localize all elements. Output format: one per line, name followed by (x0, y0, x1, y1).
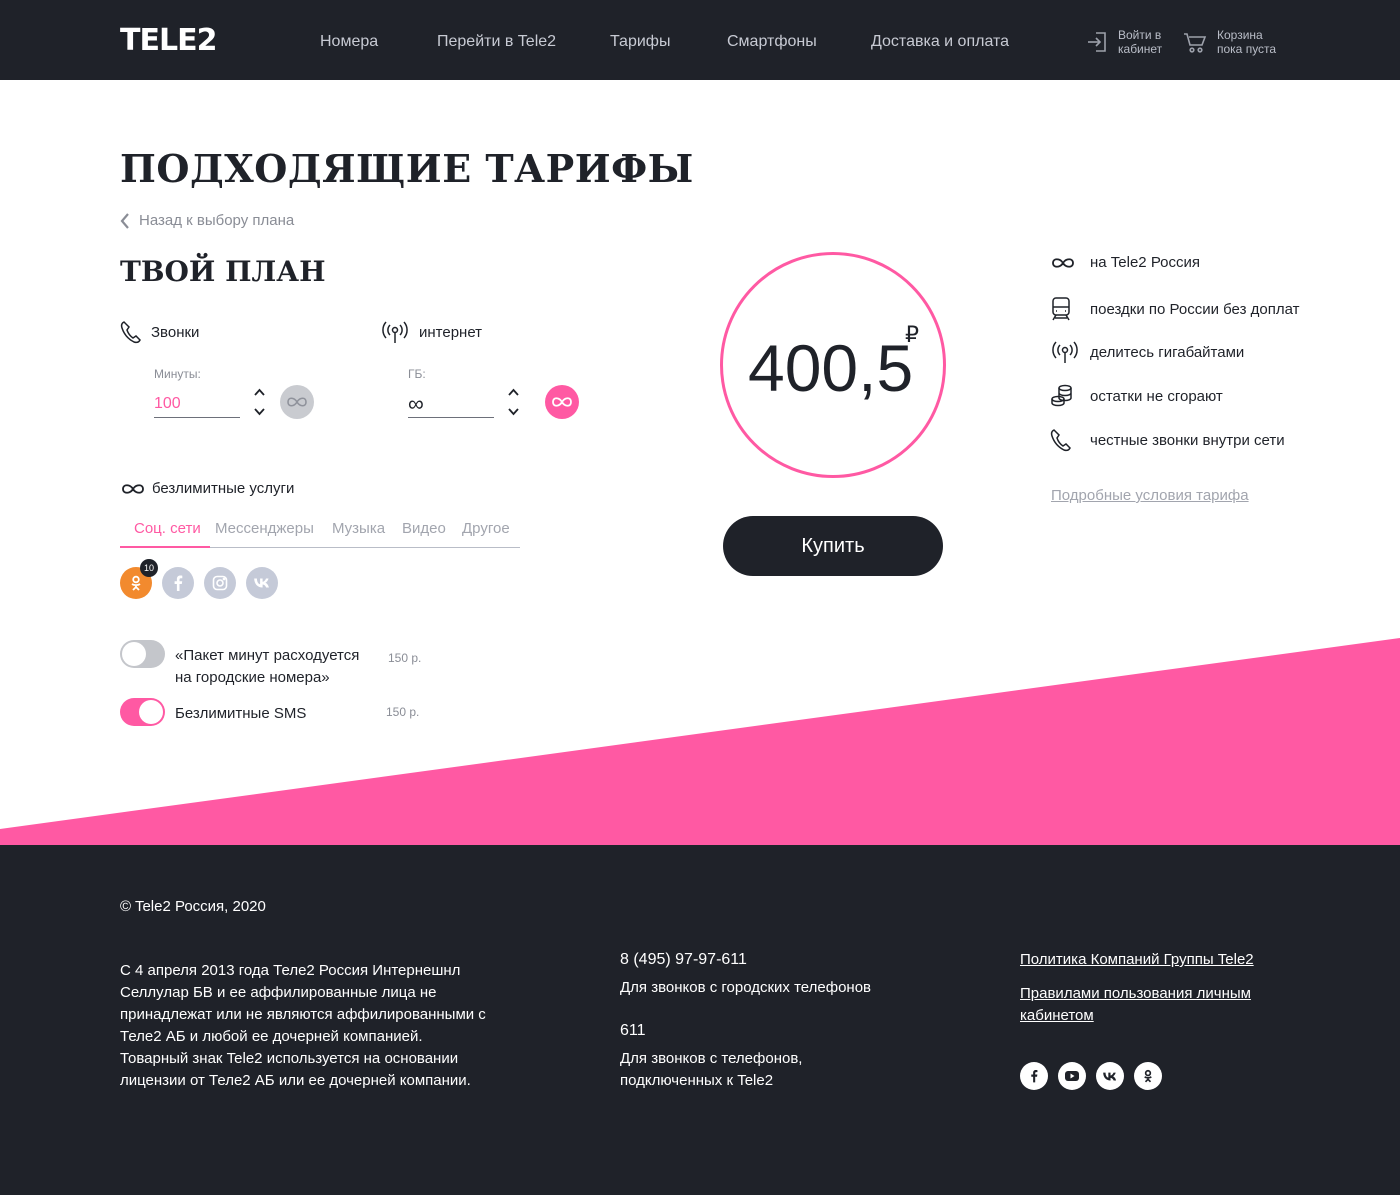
calls-label: Звонки (151, 323, 200, 341)
vk-icon[interactable] (1096, 1062, 1124, 1090)
tariff-details-link[interactable]: Подробные условия тарифа (1051, 487, 1249, 504)
gb-stepper (506, 382, 520, 422)
copyright: © Tele2 Россия, 2020 (120, 898, 266, 915)
login-label-2: кабинет (1118, 42, 1163, 56)
minutes-label: Минуты: (154, 367, 201, 381)
login-button[interactable]: Войти в кабинет (1086, 28, 1162, 56)
nav-item-switch[interactable]: Перейти в Tele2 (437, 33, 556, 51)
services-tabs: Соц. сети Мессенджеры Музыка Видео Друго… (120, 518, 520, 548)
tab-social[interactable]: Соц. сети (134, 520, 201, 537)
feature-item: остатки не сгорают (1050, 384, 1223, 408)
plan-title: ТВОЙ ПЛАН (120, 255, 326, 288)
price-currency: ₽ (905, 322, 919, 347)
feature-label: на Tele2 Россия (1090, 254, 1201, 271)
phone-short-description: Для звонков с телефонов, подключенных к … (620, 1050, 803, 1089)
cart-label-1: Корзина (1217, 28, 1263, 42)
gb-value: ∞ (408, 391, 424, 416)
coins-icon (1051, 384, 1072, 407)
login-icon (1088, 32, 1106, 52)
minutes-increment-button[interactable] (252, 382, 266, 402)
cart-button[interactable]: Корзина пока пуста (1183, 28, 1276, 56)
cart-icon (1184, 33, 1207, 53)
instagram-icon[interactable] (204, 567, 236, 599)
minutes-input[interactable] (154, 390, 240, 418)
antenna-icon (382, 321, 408, 343)
toggle-knob (139, 700, 163, 724)
unlimited-sms-toggle[interactable] (120, 698, 165, 726)
minutes-decrement-button[interactable] (252, 402, 266, 422)
back-link-label: Назад к выбору плана (139, 212, 295, 229)
tab-other[interactable]: Другое (462, 520, 510, 537)
active-tab-indicator (120, 546, 210, 548)
tab-messengers[interactable]: Мессенджеры (215, 520, 314, 537)
header: TELE2 Номера Перейти в Tele2 Тарифы Смар… (0, 0, 1400, 80)
toggle-knob (122, 642, 146, 666)
nav-item-tariffs[interactable]: Тарифы (610, 33, 670, 51)
gb-unlimited-toggle[interactable] (545, 385, 579, 419)
chevron-up-icon (253, 388, 265, 396)
tele2-logo[interactable]: TELE2 (120, 24, 217, 58)
phone-icon (1050, 429, 1071, 452)
tab-video[interactable]: Видео (402, 520, 446, 537)
nav-item-smartphones[interactable]: Смартфоны (727, 33, 817, 51)
chevron-down-icon (507, 408, 519, 416)
price-value: 400,5 (748, 331, 914, 405)
infinity-icon (552, 397, 572, 407)
social-count-badge: 10 (140, 559, 158, 577)
antenna-icon (1052, 341, 1078, 363)
minutes-unlimited-toggle[interactable] (280, 385, 314, 419)
feature-label: делитесь гигабайтами (1090, 343, 1245, 361)
vk-icon[interactable] (246, 567, 278, 599)
train-icon (1052, 297, 1070, 321)
buy-button[interactable]: Купить (723, 516, 943, 576)
policy-link[interactable]: Политика Компаний Группы Tele2 (1020, 949, 1254, 971)
odnoklassniki-icon[interactable] (1134, 1062, 1162, 1090)
chevron-up-icon (507, 388, 519, 396)
city-minutes-price: 150 р. (388, 651, 422, 665)
gb-input[interactable]: ∞ (408, 390, 494, 418)
feature-item: поездки по России без доплат (1050, 296, 1299, 322)
city-minutes-toggle[interactable] (120, 640, 165, 668)
city-minutes-option-label: «Пакет минут расходуется на городские но… (175, 647, 360, 686)
chevron-down-icon (253, 408, 265, 416)
feature-label: поездки по России без доплат (1090, 300, 1300, 318)
legal-text: С 4 апреля 2013 года Теле2 Россия Интерн… (120, 962, 486, 1089)
gb-decrement-button[interactable] (506, 402, 520, 422)
gb-label: ГБ: (408, 367, 426, 381)
feature-item: делитесь гигабайтами (1050, 340, 1244, 364)
phone-number-short[interactable]: 611 (620, 1022, 646, 1040)
login-label-1: Войти в (1118, 28, 1162, 42)
feature-label: остатки не сгорают (1090, 387, 1223, 405)
facebook-icon[interactable] (162, 567, 194, 599)
unlimited-sms-price: 150 р. (386, 705, 420, 719)
facebook-icon[interactable] (1020, 1062, 1048, 1090)
infinity-icon (1052, 257, 1074, 268)
infinity-icon (122, 483, 144, 494)
phone-number-city[interactable]: 8 (495) 97-97-611 (620, 951, 747, 969)
feature-item: на Tele2 Россия (1050, 254, 1200, 271)
youtube-icon[interactable] (1058, 1062, 1086, 1090)
phone-city-description: Для звонков с городских телефонов (620, 979, 872, 996)
page-title: ПОДХОДЯЩИЕ ТАРИФЫ (120, 146, 694, 191)
internet-label: интернет (419, 323, 483, 341)
unlimited-services-head: безлимитные услуги (120, 480, 294, 497)
unlimited-services-label: безлимитные услуги (152, 480, 295, 497)
tab-music[interactable]: Музыка (332, 520, 385, 537)
gb-increment-button[interactable] (506, 382, 520, 402)
calls-section-head: Звонки (120, 320, 199, 344)
feature-label: честные звонки внутри сети (1090, 431, 1285, 449)
unlimited-sms-option-label: Безлимитные SMS (175, 705, 307, 722)
feature-item: честные звонки внутри сети (1050, 428, 1285, 452)
nav-item-numbers[interactable]: Номера (320, 33, 378, 51)
minutes-stepper (252, 382, 266, 422)
account-rules-link[interactable]: Правилами пользования личным кабинетом (1020, 983, 1251, 1027)
nav-item-delivery[interactable]: Доставка и оплата (871, 33, 1009, 51)
cart-label-2: пока пуста (1217, 42, 1277, 56)
back-link[interactable]: Назад к выбору плана (120, 212, 294, 229)
internet-section-head: интернет (380, 320, 482, 344)
footer: © Tele2 Россия, 2020 С 4 апреля 2013 год… (0, 845, 1400, 1195)
chevron-left-icon (120, 212, 129, 229)
infinity-icon (287, 397, 307, 407)
phone-icon (120, 321, 141, 344)
